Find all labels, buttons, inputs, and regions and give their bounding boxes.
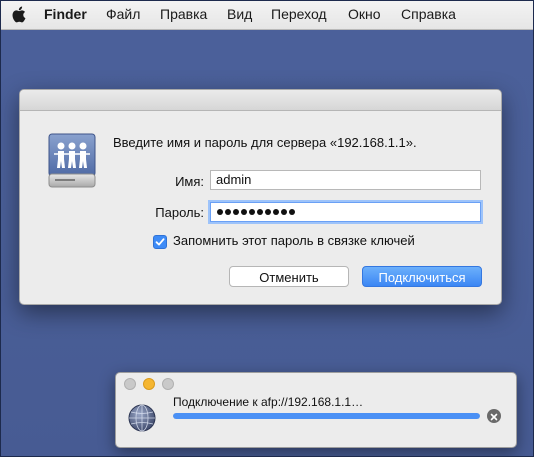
- password-field[interactable]: [210, 202, 481, 222]
- dialog-titlebar[interactable]: [20, 90, 501, 111]
- network-globe-icon: [128, 404, 156, 432]
- menu-file[interactable]: Файл: [106, 6, 140, 23]
- password-dot: [257, 209, 263, 215]
- menu-finder[interactable]: Finder: [44, 6, 87, 23]
- password-dot: [233, 209, 239, 215]
- checkmark-icon: [155, 238, 165, 246]
- remember-checkbox[interactable]: [153, 235, 167, 249]
- menu-edit[interactable]: Правка: [160, 6, 207, 23]
- password-dot: [281, 209, 287, 215]
- password-dot: [225, 209, 231, 215]
- password-dot: [273, 209, 279, 215]
- password-label: Пароль:: [155, 205, 204, 220]
- remember-label[interactable]: Запомнить этот пароль в связке ключей: [173, 233, 415, 248]
- password-dot: [289, 209, 295, 215]
- apple-logo-icon[interactable]: [11, 6, 26, 23]
- connect-button[interactable]: Подключиться: [362, 266, 482, 287]
- menu-bar: Finder Файл Правка Вид Переход Окно Спра…: [0, 0, 534, 30]
- name-label: Имя:: [175, 174, 204, 189]
- menu-window[interactable]: Окно: [348, 6, 381, 23]
- menu-help[interactable]: Справка: [401, 6, 456, 23]
- password-dot: [241, 209, 247, 215]
- close-window-button[interactable]: [124, 378, 136, 390]
- menu-go[interactable]: Переход: [271, 6, 327, 23]
- menu-view[interactable]: Вид: [227, 6, 252, 23]
- name-field[interactable]: admin: [210, 170, 481, 190]
- password-dots: [217, 209, 295, 215]
- close-x-icon: [490, 413, 498, 421]
- progress-fill: [173, 413, 480, 419]
- dialog-prompt: Введите имя и пароль для сервера «192.16…: [113, 135, 417, 150]
- server-login-dialog: Введите имя и пароль для сервера «192.16…: [19, 89, 502, 305]
- stop-icon[interactable]: [487, 409, 501, 423]
- connection-progress-window: Подключение к afp://192.168.1.1…: [115, 372, 517, 448]
- password-dot: [249, 209, 255, 215]
- minimize-window-button[interactable]: [143, 378, 155, 390]
- connection-status-text: Подключение к afp://192.168.1.1…: [173, 395, 364, 409]
- password-dot: [217, 209, 223, 215]
- cancel-button[interactable]: Отменить: [229, 266, 349, 287]
- shared-server-icon: [48, 133, 96, 188]
- password-dot: [265, 209, 271, 215]
- connection-progress-bar: [173, 413, 480, 419]
- zoom-window-button[interactable]: [162, 378, 174, 390]
